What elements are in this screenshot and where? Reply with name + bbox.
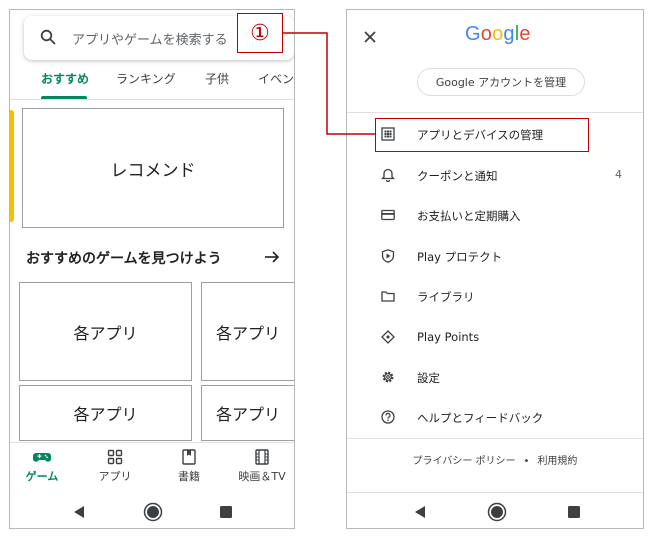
- step-marker: ①: [237, 13, 283, 53]
- callout-connector: [281, 32, 375, 135]
